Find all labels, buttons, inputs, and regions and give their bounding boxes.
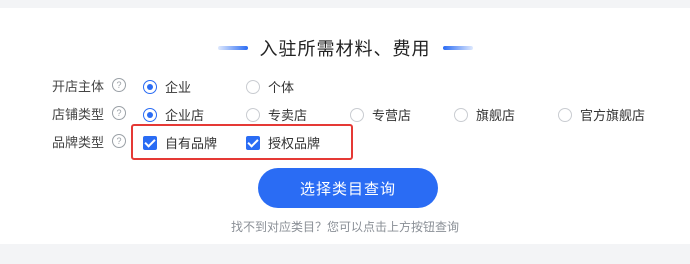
row-brand-type: 品牌类型 ? xyxy=(52,131,126,151)
radio-button[interactable] xyxy=(454,107,468,122)
option-label: 企业店 xyxy=(165,108,205,123)
radio-option-official-flagship-store[interactable]: 官方旗舰店 xyxy=(558,105,645,124)
radio-button[interactable] xyxy=(350,107,364,122)
help-icon[interactable]: ? xyxy=(112,106,126,120)
row-store-type: 店铺类型 ? xyxy=(52,103,126,123)
radio-button[interactable] xyxy=(246,107,260,122)
select-category-query-button[interactable]: 选择类目查询 xyxy=(258,168,438,208)
radio-option-flagship-store[interactable]: 旗舰店 xyxy=(454,105,515,124)
section-header: 入驻所需材料、费用 xyxy=(0,36,690,60)
row-label-brand-type: 品牌类型 xyxy=(52,134,105,150)
row-store-entity: 开店主体 ? xyxy=(52,75,126,95)
option-label: 企业 xyxy=(165,80,192,95)
highlight-annotation-box xyxy=(131,124,353,160)
radio-option-individual[interactable]: 个体 xyxy=(246,77,294,96)
option-label: 个体 xyxy=(268,80,295,95)
radio-option-enterprise-store[interactable]: 企业店 xyxy=(143,105,204,124)
option-label: 官方旗舰店 xyxy=(580,108,646,123)
row-label-store-entity: 开店主体 xyxy=(52,78,105,94)
radio-option-enterprise[interactable]: 企业 xyxy=(143,77,191,96)
option-label: 专营店 xyxy=(372,108,412,123)
row-label-store-type: 店铺类型 xyxy=(52,106,105,122)
section-title: 入驻所需材料、费用 xyxy=(259,39,431,59)
option-label: 旗舰店 xyxy=(476,108,516,123)
title-decoration-right xyxy=(442,46,473,50)
help-icon[interactable]: ? xyxy=(112,134,126,148)
radio-button-checked[interactable] xyxy=(143,107,157,122)
radio-button[interactable] xyxy=(246,79,260,94)
help-icon[interactable]: ? xyxy=(112,78,126,92)
title-decoration-left xyxy=(217,46,248,50)
radio-option-exclusive-store[interactable]: 专卖店 xyxy=(246,105,307,124)
option-label: 专卖店 xyxy=(268,108,308,123)
radio-button[interactable] xyxy=(558,107,572,122)
hint-text: 找不到对应类目？您可以点击上方按钮查询 xyxy=(230,220,459,234)
radio-button-checked[interactable] xyxy=(143,79,157,94)
radio-option-specialty-store[interactable]: 专营店 xyxy=(350,105,411,124)
